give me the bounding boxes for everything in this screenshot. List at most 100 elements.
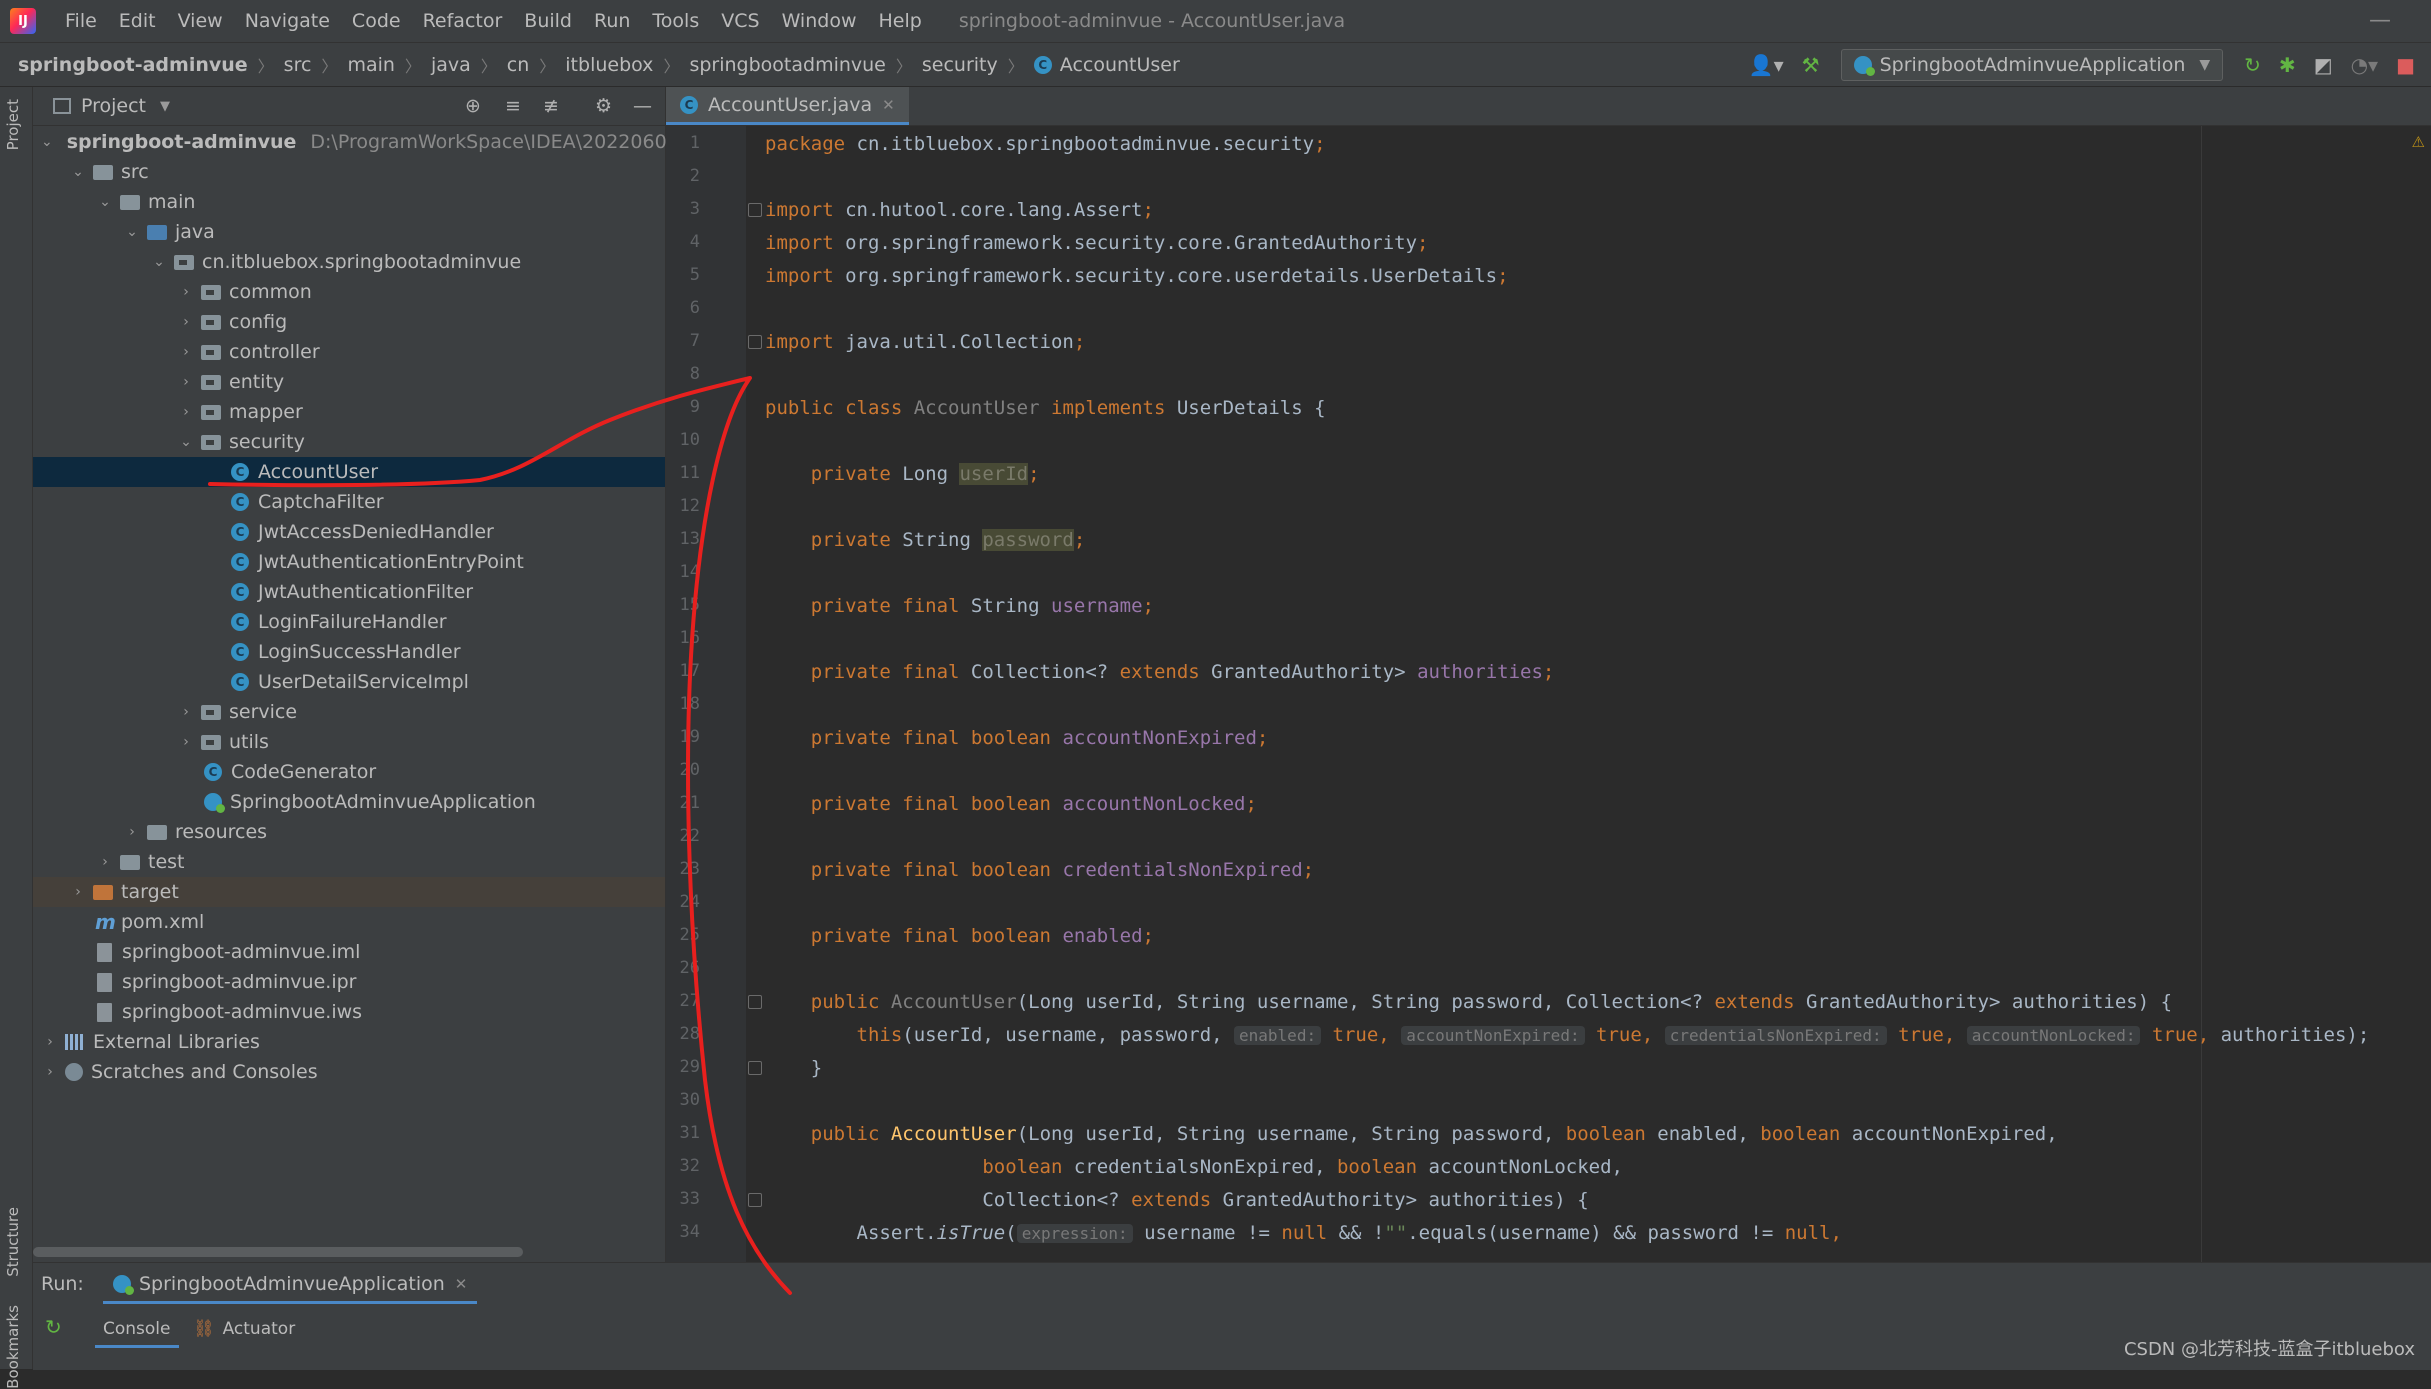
chevron-right-icon[interactable]: › [41, 1064, 59, 1080]
tree-item-accountuser[interactable]: AccountUser [33, 457, 665, 487]
chevron-down-icon[interactable]: ⌄ [96, 194, 114, 210]
tree-item-codegenerator[interactable]: CodeGenerator [33, 757, 665, 787]
breadcrumb-project[interactable]: springboot-adminvue [18, 54, 248, 76]
intellij-logo-icon[interactable]: IJ [10, 8, 36, 34]
chevron-right-icon[interactable]: › [177, 314, 195, 330]
tree-item-loginfailurehandler[interactable]: LoginFailureHandler [33, 607, 665, 637]
tree-item-src[interactable]: ⌄ src [33, 157, 665, 187]
breadcrumb-security[interactable]: security [922, 54, 998, 76]
structure-tool-tab[interactable]: Structure [4, 1207, 22, 1277]
close-icon[interactable]: ✕ [882, 96, 895, 114]
chevron-down-icon[interactable]: ⌄ [150, 254, 168, 270]
fold-marker-icon[interactable] [748, 335, 762, 349]
tree-item-main[interactable]: ⌄ main [33, 187, 665, 217]
menu-navigate[interactable]: Navigate [234, 10, 341, 32]
tree-item-root[interactable]: ⌄ springboot-adminvue D:\ProgramWorkSpac… [33, 127, 707, 157]
tree-item-captchafilter[interactable]: CaptchaFilter [33, 487, 665, 517]
menu-build[interactable]: Build [513, 10, 583, 32]
tree-item-iws[interactable]: springboot-adminvue.iws [33, 997, 665, 1027]
menu-help[interactable]: Help [867, 10, 932, 32]
breadcrumb-src[interactable]: src [284, 54, 312, 76]
run-configuration-select[interactable]: SpringbootAdminvueApplication ▼ [1840, 48, 2224, 81]
build-hammer-icon[interactable]: ⚒ [1802, 53, 1820, 77]
chevron-right-icon[interactable]: › [96, 854, 114, 870]
user-icon[interactable]: 👤▾ [1749, 53, 1784, 77]
expand-all-icon[interactable]: ≡ [505, 95, 521, 117]
menu-code[interactable]: Code [341, 10, 412, 32]
tree-item-scratches[interactable]: › Scratches and Consoles [33, 1057, 665, 1087]
chevron-right-icon[interactable]: › [177, 344, 195, 360]
editor-tab-accountuser[interactable]: AccountUser.java ✕ [666, 87, 909, 125]
project-panel-title[interactable]: Project [81, 95, 146, 117]
chevron-right-icon[interactable]: › [177, 704, 195, 720]
debug-bug-icon[interactable]: ✱ [2279, 53, 2296, 77]
chevron-down-icon[interactable]: ⌄ [69, 164, 87, 180]
bookmarks-tool-tab[interactable]: Bookmarks [4, 1305, 22, 1389]
close-icon[interactable]: ✕ [455, 1275, 468, 1293]
breadcrumb-accountuser[interactable]: AccountUser [1060, 54, 1180, 76]
tree-item-jwtauthenticationentrypoint[interactable]: JwtAuthenticationEntryPoint [33, 547, 665, 577]
tree-item-mapper[interactable]: › mapper [33, 397, 665, 427]
tree-item-config[interactable]: › config [33, 307, 665, 337]
chevron-down-icon[interactable]: ⌄ [177, 434, 195, 450]
tree-item-userdetailserviceimpl[interactable]: UserDetailServiceImpl [33, 667, 665, 697]
tree-item-controller[interactable]: › controller [33, 337, 665, 367]
run-tab-springbootadminvueapplication[interactable]: SpringbootAdminvueApplication ✕ [103, 1267, 478, 1304]
chevron-down-icon[interactable]: ▼ [160, 99, 170, 114]
fold-marker-icon[interactable] [748, 995, 762, 1009]
breadcrumb-cn[interactable]: cn [507, 54, 530, 76]
locate-icon[interactable]: ⊕ [465, 95, 481, 117]
chevron-right-icon[interactable]: › [177, 284, 195, 300]
tree-item-springbootadminvueapplication[interactable]: SpringbootAdminvueApplication [33, 787, 665, 817]
breadcrumb-main[interactable]: main [347, 54, 394, 76]
console-tab[interactable]: Console [95, 1313, 179, 1348]
chevron-right-icon[interactable]: › [177, 374, 195, 390]
breadcrumb-java[interactable]: java [431, 54, 471, 76]
chevron-right-icon[interactable]: › [69, 884, 87, 900]
tree-item-target[interactable]: › target [33, 877, 665, 907]
menu-vcs[interactable]: VCS [710, 10, 770, 32]
tree-item-common[interactable]: › common [33, 277, 665, 307]
menu-window[interactable]: Window [771, 10, 868, 32]
tree-item-package-root[interactable]: ⌄ cn.itbluebox.springbootadminvue [33, 247, 665, 277]
tree-item-ipr[interactable]: springboot-adminvue.ipr [33, 967, 665, 997]
breadcrumb-springbootadminvue[interactable]: springbootadminvue [689, 54, 885, 76]
stop-icon[interactable]: ■ [2396, 53, 2415, 77]
fold-marker-icon[interactable] [748, 1193, 762, 1207]
menu-refactor[interactable]: Refactor [412, 10, 514, 32]
menu-view[interactable]: View [167, 10, 234, 32]
chevron-right-icon[interactable]: › [41, 1034, 59, 1050]
rerun-icon[interactable]: ↻ [45, 1315, 62, 1339]
tree-item-java[interactable]: ⌄ java [33, 217, 665, 247]
breadcrumb-itbluebox[interactable]: itbluebox [565, 54, 653, 76]
actuator-tab[interactable]: ⛓ Actuator [193, 1313, 295, 1345]
menu-edit[interactable]: Edit [108, 10, 167, 32]
menu-tools[interactable]: Tools [641, 10, 710, 32]
tree-item-security[interactable]: ⌄ security [33, 427, 665, 457]
tree-item-service[interactable]: › service [33, 697, 665, 727]
tree-item-entity[interactable]: › entity [33, 367, 665, 397]
chevron-down-icon[interactable]: ⌄ [123, 224, 141, 240]
tree-item-jwtaccessdeniedhandler[interactable]: JwtAccessDeniedHandler [33, 517, 665, 547]
tree-item-test[interactable]: › test [33, 847, 665, 877]
menu-run[interactable]: Run [583, 10, 641, 32]
fold-marker-icon[interactable] [748, 1061, 762, 1075]
chevron-right-icon[interactable]: › [177, 734, 195, 750]
coverage-icon[interactable]: ◩ [2314, 53, 2333, 77]
project-tool-tab[interactable]: Project [4, 99, 22, 150]
hide-panel-icon[interactable]: — [633, 95, 652, 117]
menu-file[interactable]: File [54, 10, 108, 32]
minimize-icon[interactable]: — [2369, 8, 2391, 33]
tree-item-pom[interactable]: m pom.xml [33, 907, 665, 937]
collapse-all-icon[interactable]: ≢ [543, 95, 559, 117]
tree-item-utils[interactable]: › utils [33, 727, 665, 757]
tree-item-iml[interactable]: springboot-adminvue.iml [33, 937, 665, 967]
gear-icon[interactable]: ⚙ [595, 95, 612, 117]
tree-item-external-libraries[interactable]: › External Libraries [33, 1027, 665, 1057]
horizontal-scrollbar[interactable] [33, 1247, 523, 1257]
tree-item-loginsuccesshandler[interactable]: LoginSuccessHandler [33, 637, 665, 667]
warning-indicator-icon[interactable]: ⚠ [2412, 133, 2425, 151]
fold-marker-icon[interactable] [748, 203, 762, 217]
tree-item-jwtauthenticationfilter[interactable]: JwtAuthenticationFilter [33, 577, 665, 607]
chevron-right-icon[interactable]: › [123, 824, 141, 840]
